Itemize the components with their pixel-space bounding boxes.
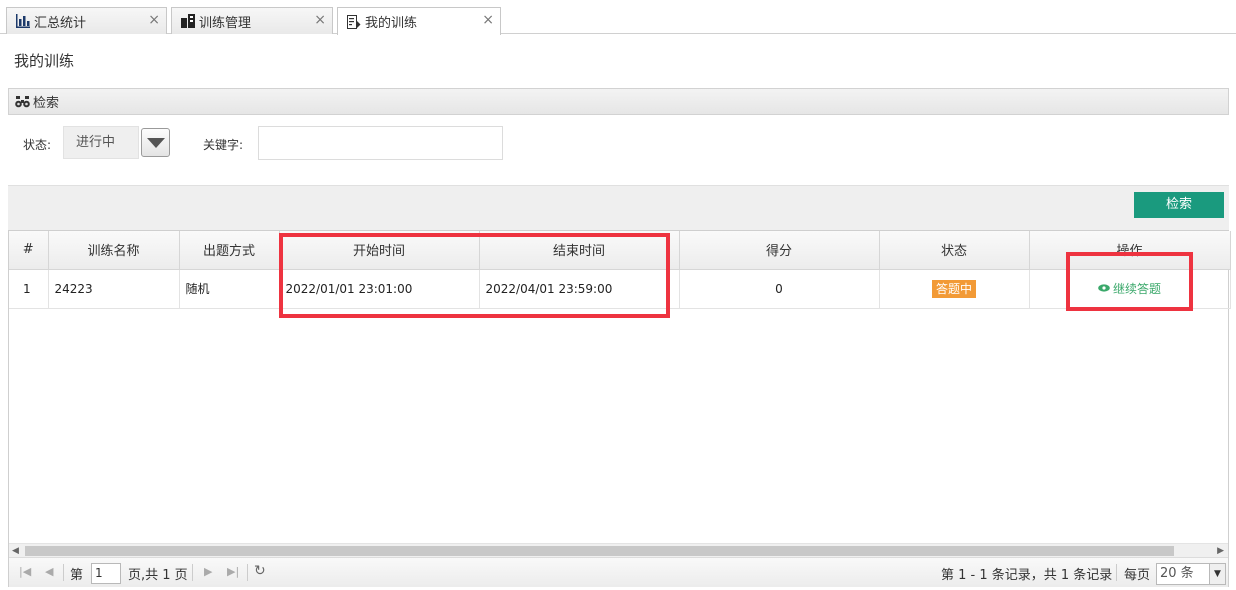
tab-my-training[interactable]: 我的训练 × [337, 7, 501, 35]
search-panel-header[interactable]: 检索 [8, 88, 1229, 115]
binoculars-icon [15, 95, 30, 108]
page-suffix: 页,共 1 页 [128, 568, 188, 583]
page-size-select[interactable]: 20 条 ▼ [1156, 563, 1226, 585]
cell-name: 24223 [48, 269, 180, 309]
close-icon[interactable]: × [314, 12, 326, 28]
search-toolbar [8, 185, 1229, 231]
refresh-icon[interactable]: ↻ [254, 563, 266, 579]
page-title: 我的训练 [14, 52, 75, 70]
first-page-icon[interactable]: |◀ [19, 565, 31, 578]
page-size-value: 20 条 [1160, 566, 1194, 581]
highlight-box-time-columns [279, 233, 670, 318]
tab-label: 汇总统计 [34, 15, 87, 31]
column-header-score[interactable]: 得分 [679, 231, 880, 270]
training-manage-icon [181, 14, 195, 28]
status-badge: 答题中 [931, 279, 976, 298]
highlight-box-action [1066, 252, 1193, 311]
triangle-down-icon [147, 138, 165, 148]
pager-divider [1116, 564, 1117, 581]
status-select[interactable]: 进行中 [63, 126, 139, 159]
cell-status: 答题中 [879, 269, 1030, 309]
page-prefix: 第 [70, 568, 84, 583]
status-label: 状态: [23, 138, 52, 152]
cell-mode: 随机 [179, 269, 280, 309]
tab-summary-stats[interactable]: 汇总统计 × [6, 7, 167, 34]
status-dropdown-button[interactable] [141, 128, 170, 157]
tab-bar: 汇总统计 × 训练管理 × 我的训练 × [0, 0, 1236, 35]
close-icon[interactable]: × [148, 12, 160, 28]
keyword-input[interactable] [258, 126, 503, 160]
scrollbar-thumb[interactable] [25, 546, 1174, 556]
column-header-index[interactable]: # [9, 231, 49, 270]
column-header-mode[interactable]: 出题方式 [179, 231, 280, 270]
search-panel-title: 检索 [33, 96, 60, 111]
pagination-bar: |◀ ◀ 第 1 页,共 1 页 ▶ ▶| ↻ 第 1 - 1 条记录，共 1 … [9, 557, 1228, 587]
chevron-down-icon[interactable]: ▼ [1209, 564, 1225, 584]
horizontal-scrollbar[interactable]: ◀ ▶ [9, 543, 1228, 557]
page-number-input[interactable]: 1 [91, 563, 121, 584]
bar-chart-icon [16, 14, 30, 28]
pager-divider [192, 564, 193, 581]
keyword-label: 关键字: [203, 138, 244, 152]
close-icon[interactable]: × [482, 12, 494, 28]
prev-page-icon[interactable]: ◀ [45, 565, 53, 578]
record-summary: 第 1 - 1 条记录，共 1 条记录 [941, 568, 1113, 583]
cell-index: 1 [9, 269, 49, 309]
tab-label: 训练管理 [199, 15, 252, 31]
next-page-icon[interactable]: ▶ [204, 565, 212, 578]
tab-training-management[interactable]: 训练管理 × [171, 7, 333, 34]
per-page-label: 每页 [1124, 568, 1151, 583]
my-training-icon [347, 14, 361, 29]
cell-score: 0 [679, 269, 880, 309]
search-button[interactable]: 检索 [1134, 192, 1224, 218]
pager-divider [247, 564, 248, 581]
pager-divider [63, 564, 64, 581]
column-header-status[interactable]: 状态 [879, 231, 1030, 270]
last-page-icon[interactable]: ▶| [227, 565, 239, 578]
column-header-name[interactable]: 训练名称 [48, 231, 180, 270]
scroll-left-icon[interactable]: ◀ [12, 544, 19, 558]
tab-label: 我的训练 [365, 16, 418, 31]
scroll-right-icon[interactable]: ▶ [1217, 544, 1224, 558]
